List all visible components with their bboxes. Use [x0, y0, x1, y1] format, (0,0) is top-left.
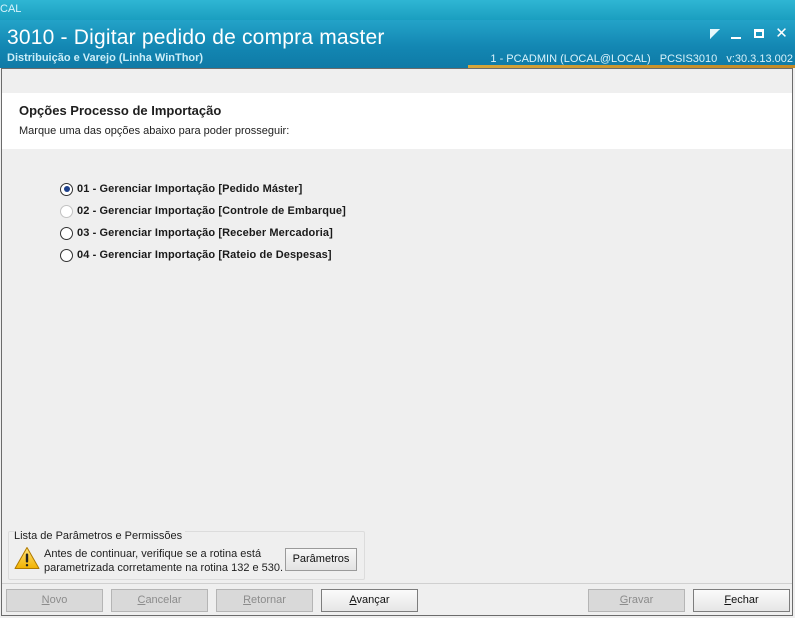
minimize-icon[interactable] [728, 27, 743, 41]
gravar-button[interactable]: Gravar [588, 589, 685, 612]
session-user: 1 - PCADMIN (LOCAL@LOCAL) [490, 53, 651, 65]
session-module: PCSIS3010 [659, 53, 718, 65]
avancar-button[interactable]: Avançar [321, 589, 418, 612]
radio-button[interactable] [60, 248, 73, 262]
option-label: 01 - Gerenciar Importação [Pedido Máster… [77, 183, 303, 195]
window-title: 3010 - Digitar pedido de compra master [7, 26, 385, 49]
params-group-title: Lista de Parâmetros e Permissões [14, 530, 186, 542]
params-permissions-group: Lista de Parâmetros e Permissões Antes d… [8, 530, 365, 580]
title-bar[interactable]: 3010 - Digitar pedido de compra master D… [0, 20, 795, 68]
option-controle-embarque[interactable]: 02 - Gerenciar Importação [Controle de E… [60, 200, 346, 222]
fechar-button[interactable]: Fechar [693, 589, 790, 612]
window-controls: ✕ [710, 26, 789, 41]
app-window: 3010 - Digitar pedido de compra master D… [0, 20, 795, 618]
option-rateio-despesas[interactable]: 04 - Gerenciar Importação [Rateio de Des… [60, 244, 346, 266]
option-pedido-master[interactable]: 01 - Gerenciar Importação [Pedido Máster… [60, 178, 346, 200]
maximize-icon[interactable] [751, 27, 766, 41]
warning-triangle-icon [14, 547, 40, 569]
section-subtitle: Marque uma das opções abaixo para poder … [19, 125, 290, 137]
radio-button[interactable] [60, 204, 73, 218]
import-options-group: 01 - Gerenciar Importação [Pedido Máster… [60, 178, 346, 266]
option-label: 03 - Gerenciar Importação [Receber Merca… [77, 227, 333, 239]
parametros-button[interactable]: Parâmetros [285, 548, 357, 571]
cancelar-button[interactable]: Cancelar [111, 589, 208, 612]
close-icon[interactable]: ✕ [774, 26, 789, 41]
pin-icon[interactable] [710, 29, 720, 39]
session-info: 1 - PCADMIN (LOCAL@LOCAL) PCSIS3010 v:30… [484, 53, 793, 65]
os-top-strip: CAL [0, 0, 795, 20]
content-frame: Opções Processo de Importação Marque uma… [1, 68, 793, 616]
params-warning-text: Antes de continuar, verifique se a rotin… [44, 547, 283, 575]
action-bar: Novo Cancelar Retornar Avançar Gravar Fe… [2, 583, 792, 617]
window-subtitle: Distribuição e Varejo (Linha WinThor) [7, 52, 204, 64]
novo-button[interactable]: Novo [6, 589, 103, 612]
option-receber-mercadoria[interactable]: 03 - Gerenciar Importação [Receber Merca… [60, 222, 346, 244]
radio-button[interactable] [60, 226, 73, 240]
warning-line-2: parametrizada corretamente na rotina 132… [44, 562, 284, 574]
warning-line-1: Antes de continuar, verifique se a rotin… [44, 548, 262, 560]
section-title: Opções Processo de Importação [19, 103, 222, 118]
option-label: 04 - Gerenciar Importação [Rateio de Des… [77, 249, 332, 261]
option-label: 02 - Gerenciar Importação [Controle de E… [77, 205, 346, 217]
radio-button-checked[interactable] [60, 182, 73, 196]
retornar-button[interactable]: Retornar [216, 589, 313, 612]
header-panel: Opções Processo de Importação Marque uma… [2, 93, 792, 149]
os-strip-text: CAL [0, 3, 22, 15]
session-version: v:30.3.13.002 [726, 53, 793, 65]
